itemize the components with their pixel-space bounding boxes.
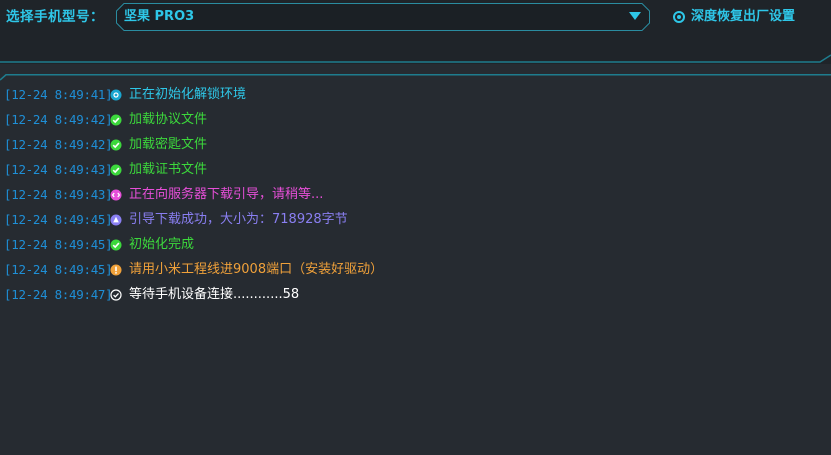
- warning-circle-icon: [110, 264, 122, 275]
- log-timestamp: [12-24 8:49:45]: [4, 237, 113, 252]
- log-entry: [12-24 8:49:42] 加载协议文件: [4, 107, 824, 132]
- factory-reset-option[interactable]: 深度恢复出厂设置: [673, 7, 795, 27]
- log-timestamp: [12-24 8:49:42]: [4, 112, 113, 127]
- log-timestamp: [12-24 8:49:43]: [4, 162, 113, 177]
- log-timestamp: [12-24 8:49:45]: [4, 262, 113, 277]
- log-entry: [12-24 8:49:47] 等待手机设备连接............58: [4, 282, 824, 307]
- log-message: 等待手机设备连接............58: [129, 286, 300, 302]
- factory-reset-label: 深度恢复出厂设置: [691, 9, 796, 24]
- log-entry: [12-24 8:49:43] 加载证书文件: [4, 157, 824, 182]
- upload-circle-icon: [110, 214, 122, 225]
- log-message: 加载协议文件: [129, 111, 208, 127]
- chevron-down-icon[interactable]: [629, 12, 641, 20]
- log-panel: [12-24 8:49:41] 正在初始化解锁环境 [12-24 8:49:42…: [0, 74, 831, 455]
- log-timestamp: [12-24 8:49:45]: [4, 212, 113, 227]
- check-circle-icon: [110, 164, 122, 175]
- log-list: [12-24 8:49:41] 正在初始化解锁环境 [12-24 8:49:42…: [4, 82, 824, 307]
- info-ring-icon: [110, 89, 122, 100]
- model-label: 选择手机型号：: [6, 9, 104, 25]
- model-select-value: 坚果 PRO3: [124, 9, 195, 24]
- log-message: 请用小米工程线进9008端口（安装好驱动）: [129, 261, 384, 277]
- log-timestamp: [12-24 8:49:43]: [4, 187, 113, 202]
- model-select-frame: [116, 3, 650, 31]
- log-message: 初始化完成: [129, 236, 195, 252]
- log-timestamp: [12-24 8:49:47]: [4, 287, 113, 302]
- check-circle-icon: [110, 139, 122, 150]
- log-timestamp: [12-24 8:49:42]: [4, 137, 113, 152]
- log-entry: [12-24 8:49:41] 正在初始化解锁环境: [4, 82, 824, 107]
- factory-reset-radio[interactable]: [673, 11, 685, 23]
- log-message: 加载证书文件: [129, 161, 208, 177]
- log-message: 加载密匙文件: [129, 136, 208, 152]
- log-timestamp: [12-24 8:49:41]: [4, 87, 113, 102]
- log-entry: [12-24 8:49:43] 正在向服务器下载引导，请稍等...: [4, 182, 824, 207]
- log-entry: [12-24 8:49:45] 引导下载成功，大小为：718928字节: [4, 207, 824, 232]
- log-entry: [12-24 8:49:45] 请用小米工程线进9008端口（安装好驱动）: [4, 257, 824, 282]
- log-message: 正在向服务器下载引导，请稍等...: [129, 186, 324, 202]
- model-select[interactable]: 坚果 PRO3: [116, 3, 650, 31]
- log-entry: [12-24 8:49:45] 初始化完成: [4, 232, 824, 257]
- log-message: 引导下载成功，大小为：718928字节: [129, 211, 348, 227]
- log-entry: [12-24 8:49:42] 加载密匙文件: [4, 132, 824, 157]
- header-panel: 选择手机型号： 坚果 PRO3 深度恢复出厂设置: [0, 0, 831, 64]
- download-circle-icon: [110, 189, 122, 200]
- clock-check-icon: [110, 288, 122, 301]
- unlock-tool-window: 选择手机型号： 坚果 PRO3 深度恢复出厂设置 [12-24 8:49:41]: [0, 0, 831, 455]
- log-message: 正在初始化解锁环境: [129, 86, 247, 102]
- check-circle-icon: [110, 114, 122, 125]
- check-circle-icon: [110, 239, 122, 250]
